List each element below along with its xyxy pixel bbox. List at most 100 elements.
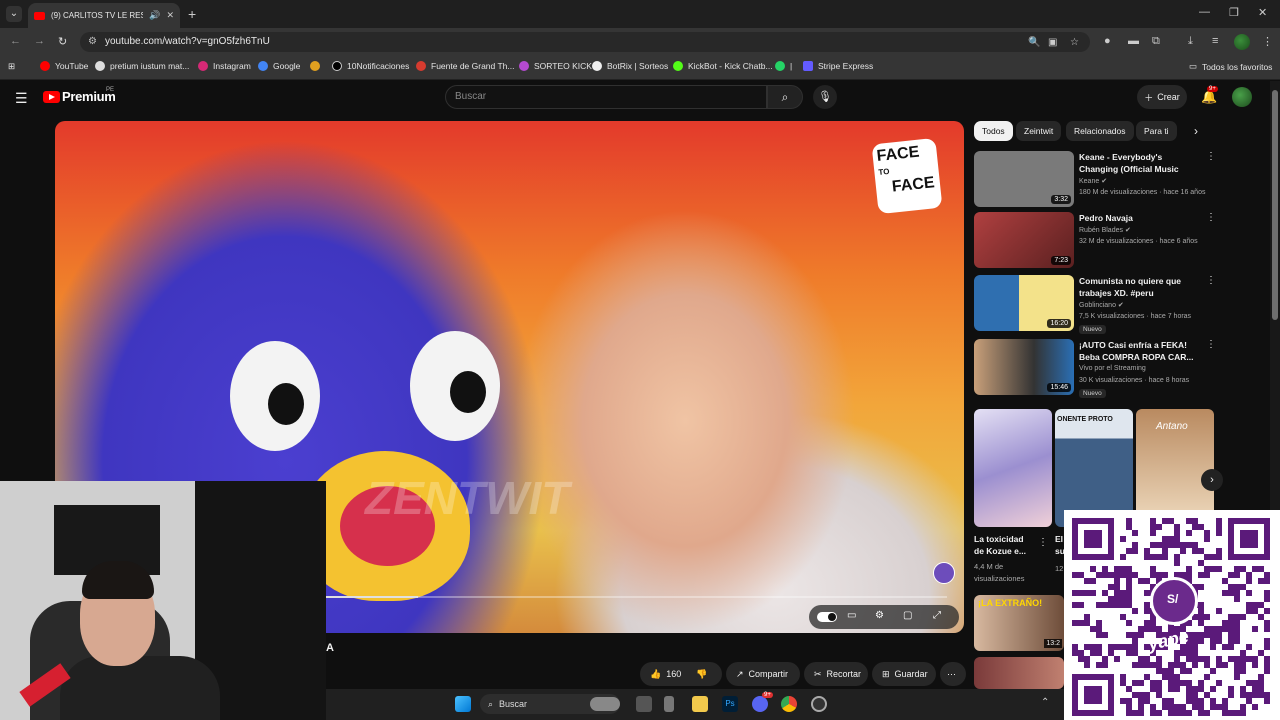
hamburger-menu-icon[interactable]: ☰ bbox=[15, 90, 28, 107]
share-button[interactable]: ↗ Compartir bbox=[726, 662, 800, 686]
more-options-icon[interactable]: ⋮ bbox=[1206, 339, 1216, 350]
video-title[interactable]: Keane - Everybody's Changing (Official M… bbox=[1079, 151, 1201, 175]
recommendation-item[interactable]: 16:20 Comunista no quiere que trabajes X… bbox=[974, 275, 1216, 334]
channel-name[interactable]: Goblinciano ✔ bbox=[1079, 301, 1124, 309]
like-dislike-group[interactable]: 👍 160 👎 bbox=[640, 662, 722, 686]
bookmark-item[interactable]: | bbox=[775, 61, 792, 71]
more-options-icon[interactable]: ⋮ bbox=[1206, 151, 1216, 162]
search-highlight-icon[interactable] bbox=[590, 697, 620, 711]
chip-todos[interactable]: Todos bbox=[974, 121, 1013, 141]
search-button[interactable]: ⌕ bbox=[767, 85, 803, 109]
back-icon[interactable]: ← bbox=[10, 35, 21, 47]
bookmark-star-icon[interactable]: ☆ bbox=[1070, 37, 1079, 48]
channel-name[interactable]: Vivo por el Streaming bbox=[1079, 365, 1146, 372]
bookmark-item[interactable]: pretium iustum mat... bbox=[95, 61, 189, 71]
extension-icon[interactable]: ● bbox=[1104, 35, 1111, 47]
extensions-puzzle-icon[interactable]: ⧉ bbox=[1152, 35, 1160, 48]
active-tab[interactable]: (9) CARLITOS TV LE RESPON 🔊 ✕ bbox=[28, 3, 180, 28]
bookmark-item[interactable]: KickBot - Kick Chatb... bbox=[673, 61, 773, 71]
channel-name[interactable]: Rubén Blades ✔ bbox=[1079, 226, 1131, 234]
file-explorer-icon[interactable] bbox=[692, 696, 708, 712]
search-input[interactable]: Buscar bbox=[445, 85, 767, 109]
all-bookmarks[interactable]: ▭ Todos los favoritos bbox=[1189, 61, 1272, 72]
theater-mode-icon[interactable]: ▢ bbox=[903, 610, 912, 621]
profile-avatar[interactable] bbox=[1234, 34, 1250, 50]
forward-icon[interactable]: → bbox=[34, 35, 45, 47]
close-tab-icon[interactable]: ✕ bbox=[166, 10, 174, 21]
account-avatar[interactable] bbox=[1232, 87, 1252, 107]
url-text[interactable]: youtube.com/watch?v=gnO5fzh6TnU bbox=[105, 36, 270, 47]
obs-icon[interactable] bbox=[811, 696, 827, 712]
chevron-right-icon[interactable]: › bbox=[1194, 124, 1198, 138]
zoom-icon[interactable]: 🔍 bbox=[1028, 37, 1040, 48]
save-button[interactable]: ⊞ Guardar bbox=[872, 662, 936, 686]
chip-para-ti[interactable]: Para ti bbox=[1136, 121, 1177, 141]
youtube-logo-icon[interactable] bbox=[43, 91, 60, 103]
like-icon[interactable]: 👍 bbox=[650, 669, 661, 680]
clip-button[interactable]: ✂ Recortar bbox=[804, 662, 868, 686]
recommendation-item[interactable]: 15:46 ¡AUTO Casi enfría a FEKA! Beba COM… bbox=[974, 339, 1216, 398]
video-thumbnail[interactable] bbox=[974, 657, 1064, 689]
discord-icon[interactable] bbox=[752, 696, 768, 712]
audio-playing-icon[interactable]: 🔊 bbox=[149, 10, 160, 21]
site-info-icon[interactable]: ⚙ bbox=[88, 36, 97, 47]
video-title[interactable]: Pedro Navaja bbox=[1079, 212, 1201, 224]
more-options-icon[interactable]: ⋮ bbox=[1206, 212, 1216, 223]
recommendation-item[interactable]: 7:23 Pedro Navaja Rubén Blades ✔ 32 M de… bbox=[974, 212, 1216, 270]
reload-icon[interactable]: ↻ bbox=[58, 35, 67, 48]
apps-grid-icon[interactable]: ⊞ bbox=[8, 61, 15, 72]
video-title[interactable]: ¡AUTO Casi enfría a FEKA! Beba COMPRA RO… bbox=[1079, 339, 1201, 363]
cast-icon[interactable]: ▣ bbox=[1048, 37, 1057, 48]
new-tab-button[interactable]: + bbox=[188, 6, 196, 22]
fullscreen-icon[interactable]: ⤢ bbox=[933, 610, 941, 621]
minimize-icon[interactable]: — bbox=[1199, 6, 1210, 18]
video-thumbnail[interactable]: 15:46 bbox=[974, 339, 1074, 395]
bookmark-item[interactable]: Google bbox=[258, 61, 300, 71]
chrome-icon[interactable] bbox=[781, 696, 797, 712]
settings-gear-icon[interactable]: ⚙ bbox=[875, 610, 884, 621]
bookmark-item[interactable]: BotRix | Sorteos bbox=[592, 61, 668, 71]
usb-app-icon[interactable] bbox=[664, 696, 674, 712]
extension-icon-2[interactable]: ▬ bbox=[1128, 35, 1139, 47]
video-thumbnail[interactable]: 16:20 bbox=[974, 275, 1074, 331]
tab-search-button[interactable]: ⌄ bbox=[6, 6, 22, 22]
chip-zeintwit[interactable]: Zeintwit bbox=[1016, 121, 1062, 141]
subtitles-icon[interactable]: ▭ bbox=[847, 610, 856, 621]
task-view-icon[interactable] bbox=[636, 696, 652, 712]
chip-relacionados[interactable]: Relacionados bbox=[1066, 121, 1134, 141]
short-thumbnail[interactable] bbox=[974, 409, 1052, 527]
close-window-icon[interactable]: ✕ bbox=[1258, 6, 1267, 19]
video-thumbnail[interactable]: ¡LA EXTRAÑO! 13:2 bbox=[974, 595, 1064, 651]
bookmark-item[interactable]: Stripe Express bbox=[803, 61, 873, 71]
channel-name[interactable]: Keane ✔ bbox=[1079, 177, 1107, 185]
video-thumbnail[interactable]: 7:23 bbox=[974, 212, 1074, 268]
recommendation-item[interactable]: 3:32 Keane - Everybody's Changing (Offic… bbox=[974, 151, 1216, 209]
address-bar[interactable]: ⚙ youtube.com/watch?v=gnO5fzh6TnU 🔍 ▣ ☆ bbox=[80, 32, 1090, 52]
tray-chevron-icon[interactable]: ⌃ bbox=[1041, 697, 1049, 708]
autoplay-toggle[interactable] bbox=[817, 612, 837, 622]
video-thumbnail[interactable]: 3:32 bbox=[974, 151, 1074, 207]
media-control-icon[interactable]: ≡ bbox=[1212, 35, 1218, 47]
bookmark-item[interactable]: YouTube bbox=[40, 61, 88, 71]
bookmark-item[interactable]: Fuente de Grand Th... bbox=[416, 61, 514, 71]
bookmark-item[interactable] bbox=[310, 61, 320, 71]
restore-icon[interactable]: ❐ bbox=[1229, 6, 1239, 19]
voice-search-icon[interactable]: 🎙 bbox=[813, 85, 837, 109]
download-icon[interactable]: ⤓ bbox=[1188, 35, 1193, 48]
bookmark-item[interactable]: 10Notificaciones bbox=[332, 61, 409, 71]
create-button[interactable]: ＋ Crear bbox=[1137, 85, 1187, 109]
short-title[interactable]: La toxicidad de Kozue e... bbox=[974, 533, 1034, 557]
more-actions-button[interactable]: ⋯ bbox=[940, 662, 966, 686]
scrollbar-thumb[interactable] bbox=[1272, 90, 1278, 320]
bookmark-item[interactable]: SORTEO KICK bbox=[519, 61, 592, 71]
more-options-icon[interactable]: ⋮ bbox=[1206, 275, 1216, 286]
bookmark-item[interactable]: Instagram bbox=[198, 61, 251, 71]
photoshop-icon[interactable]: Ps bbox=[722, 696, 738, 712]
progress-bar[interactable] bbox=[325, 596, 947, 598]
video-title[interactable]: Comunista no quiere que trabajes XD. #pe… bbox=[1079, 275, 1201, 299]
shelf-next-icon[interactable]: › bbox=[1201, 469, 1223, 491]
more-options-icon[interactable]: ⋮ bbox=[1038, 537, 1048, 548]
dislike-icon[interactable]: 👎 bbox=[696, 669, 707, 680]
menu-kebab-icon[interactable]: ⋮ bbox=[1262, 35, 1273, 48]
windows-start-icon[interactable] bbox=[455, 696, 471, 712]
